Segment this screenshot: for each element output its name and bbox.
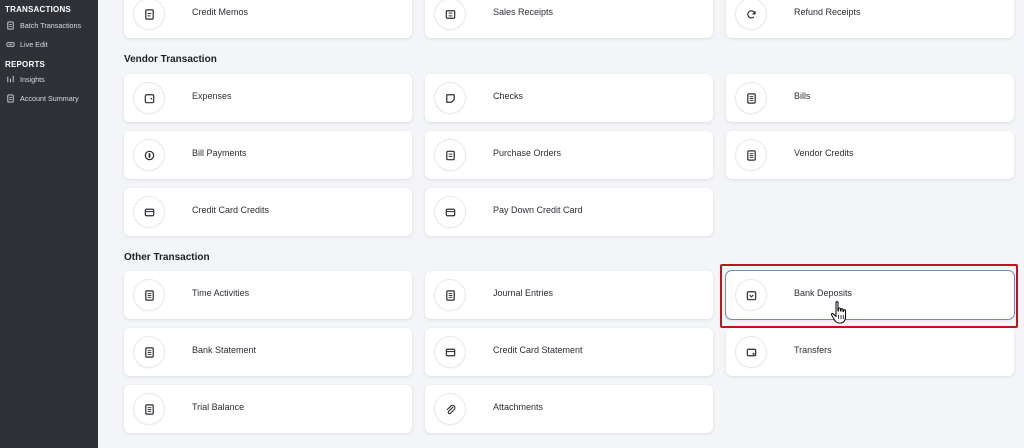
card-credit-card-statement[interactable]: Credit Card Statement [425,328,713,376]
credit-card-icon [435,337,465,367]
refresh-icon [736,0,766,29]
card-label: Checks [493,91,524,101]
sidebar: TRANSACTIONS Batch Transactions Live Edi… [0,0,98,448]
bill-icon [736,140,766,170]
bill-icon [435,280,465,310]
card-vendor-credits[interactable]: Vendor Credits [726,131,1014,179]
note-icon [435,83,465,113]
card-label: Transfers [794,345,832,355]
card-purchase-orders[interactable]: Purchase Orders [425,131,713,179]
sidebar-item-batch-transactions[interactable]: Batch Transactions [5,18,81,32]
card-label: Purchase Orders [493,148,562,158]
sidebar-item-insights[interactable]: Insights [5,72,45,86]
bill-icon [736,83,766,113]
paperclip-icon [435,394,465,424]
sidebar-item-label: Account Summary [20,93,79,103]
ticket-icon [435,0,465,29]
card-label: Sales Receipts [493,7,554,17]
section-title-vendor: Vendor Transaction [124,54,217,65]
card-credit-memos[interactable]: Credit Memos [124,0,412,38]
receipt-icon [134,0,164,29]
card-bills[interactable]: Bills [726,74,1014,122]
card-refund-receipts[interactable]: Refund Receipts [726,0,1014,38]
card-credit-card-credits[interactable]: Credit Card Credits [124,188,412,236]
card-label: Bill Payments [192,148,247,158]
highlight-frame [720,264,1018,328]
sidebar-item-live-edit[interactable]: Live Edit [5,37,48,51]
card-time-activities[interactable]: Time Activities [124,271,412,319]
card-bill-payments[interactable]: Bill Payments [124,131,412,179]
list-icon [435,140,465,170]
sidebar-item-label: Insights [20,74,45,84]
card-label: Credit Card Credits [192,205,270,215]
sidebar-heading-reports: REPORTS [5,60,46,69]
sidebar-item-account-summary[interactable]: Account Summary [5,91,79,105]
card-label: Time Activities [192,288,250,298]
card-transfers[interactable]: Transfers [726,328,1014,376]
document-icon [5,93,15,103]
coin-icon [134,140,164,170]
card-checks[interactable]: Checks [425,74,713,122]
card-bank-statement[interactable]: Bank Statement [124,328,412,376]
sidebar-item-label: Batch Transactions [20,20,82,30]
bill-icon [134,280,164,310]
card-label: Credit Card Statement [493,345,583,355]
section-title-other: Other Transaction [124,252,210,263]
card-sales-receipts[interactable]: Sales Receipts [425,0,713,38]
card-journal-entries[interactable]: Journal Entries [425,271,713,319]
card-label: Attachments [493,402,544,412]
card-label: Journal Entries [493,288,554,298]
document-icon [5,20,15,30]
insights-icon [5,74,15,84]
card-label: Refund Receipts [794,7,861,17]
card-label: Expenses [192,91,232,101]
card-label: Trial Balance [192,402,245,412]
card-label: Bills [794,91,811,101]
card-expenses[interactable]: Expenses [124,74,412,122]
card-label: Credit Memos [192,7,249,17]
sidebar-item-label: Live Edit [20,39,48,49]
credit-card-icon [435,197,465,227]
card-label: Pay Down Credit Card [493,205,583,215]
wallet-icon [134,83,164,113]
edit-icon [5,39,15,49]
card-pay-down-credit-card[interactable]: Pay Down Credit Card [425,188,713,236]
card-label: Vendor Credits [794,148,854,158]
card-label: Bank Statement [192,345,257,355]
sidebar-heading-transactions: TRANSACTIONS [5,5,71,14]
card-trial-balance[interactable]: Trial Balance [124,385,412,433]
bill-icon [134,394,164,424]
main-content: Credit Memos Sales Receipts Refund Recei… [98,0,1024,448]
bill-icon [134,337,164,367]
hand-cursor-icon [829,300,851,326]
card-attachments[interactable]: Attachments [425,385,713,433]
credit-card-icon [134,197,164,227]
transfer-icon [736,337,766,367]
